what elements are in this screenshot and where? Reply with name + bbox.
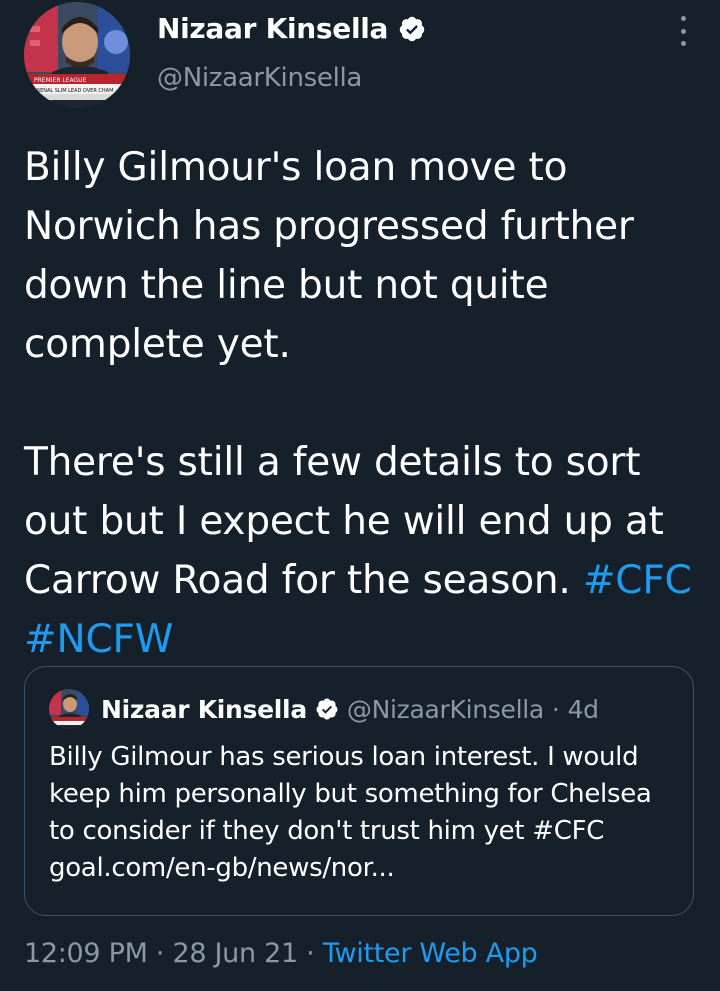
tweet-metadata: 12:09 PM · 28 Jun 21 · Twitter Web App (24, 938, 538, 969)
meta-separator: · (155, 938, 165, 969)
author-name-row: Nizaar Kinsella (157, 12, 426, 45)
tweet-paragraph-2: There's still a few details to sort out … (24, 433, 704, 669)
quoted-author-avatar (49, 689, 89, 729)
avatar-caption-top: PREMIER LEAGUE (34, 77, 87, 84)
avatar-image: PREMIER LEAGUE ARSENAL SLIM LEAD OVER CH… (24, 2, 130, 108)
more-vertical-icon[interactable] (678, 16, 688, 46)
hashtag-cfc[interactable]: #CFC (583, 558, 692, 603)
quoted-tweet-header: Nizaar Kinsella @NizaarKinsella · 4d (49, 689, 599, 729)
author-avatar[interactable]: PREMIER LEAGUE ARSENAL SLIM LEAD OVER CH… (24, 2, 130, 108)
author-handle[interactable]: @NizaarKinsella (157, 63, 362, 93)
quoted-line: Billy Gilmour has serious loan interest.… (49, 742, 639, 772)
quoted-line: to consider if they don't trust him yet … (49, 816, 605, 846)
quoted-tweet-text: Billy Gilmour has serious loan interest.… (49, 739, 679, 887)
quoted-line: keep him personally but something for Ch… (49, 779, 652, 809)
tweet-source-link[interactable]: Twitter Web App (323, 938, 538, 969)
meta-separator: · (306, 938, 315, 969)
tweet-paragraph-1: Billy Gilmour's loan move to Norwich has… (24, 145, 634, 367)
avatar-caption-bottom: ARSENAL SLIM LEAD OVER CHAM (30, 88, 113, 94)
tweet-date[interactable]: 28 Jun 21 (172, 938, 298, 969)
quoted-author-handle: @NizaarKinsella (346, 694, 544, 724)
verified-badge-icon (398, 15, 426, 43)
tweet-paragraph-2-text: There's still a few details to sort out … (24, 440, 664, 603)
tweet-header: PREMIER LEAGUE ARSENAL SLIM LEAD OVER CH… (0, 0, 720, 110)
quoted-tweet-card[interactable]: Nizaar Kinsella @NizaarKinsella · 4d Bil… (24, 666, 694, 916)
tweet-body: Billy Gilmour's loan move to Norwich has… (24, 138, 704, 669)
quoted-link: goal.com/en-gb/news/nor... (49, 853, 395, 883)
more-dot (680, 41, 686, 46)
quoted-author-name: Nizaar Kinsella (101, 694, 307, 724)
tweet-time[interactable]: 12:09 PM (24, 938, 148, 969)
verified-badge-icon (315, 697, 339, 721)
more-dot (680, 28, 686, 34)
quoted-timestamp: 4d (567, 694, 599, 724)
hashtag-ncfw[interactable]: #NCFW (24, 617, 173, 662)
more-dot (680, 16, 686, 21)
author-display-name[interactable]: Nizaar Kinsella (157, 12, 388, 45)
quoted-separator: · (551, 694, 560, 724)
